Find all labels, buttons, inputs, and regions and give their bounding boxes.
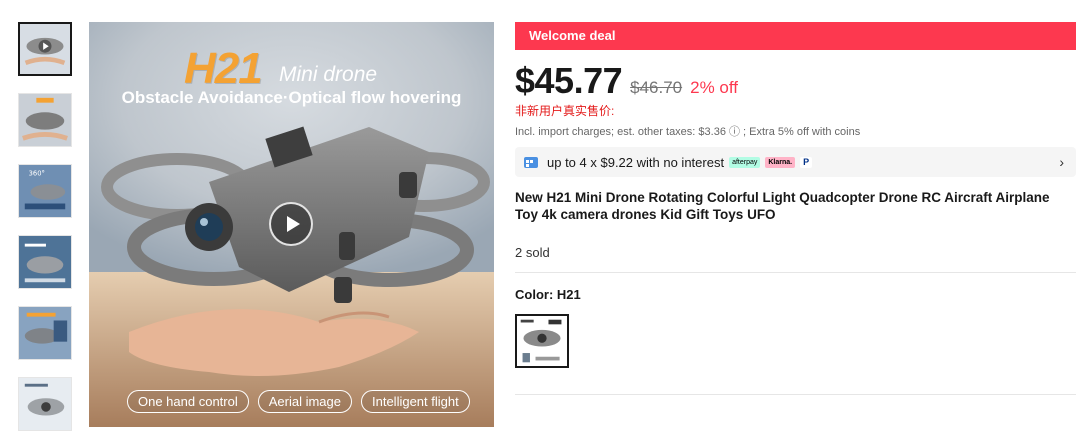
play-icon xyxy=(286,216,300,232)
installment-text: up to 4 x $9.22 with no interest xyxy=(547,154,725,170)
product-title: New H21 Mini Drone Rotating Colorful Lig… xyxy=(515,190,1050,222)
thumbnail-1[interactable] xyxy=(18,22,72,76)
brand-subtitle: Mini drone xyxy=(279,63,378,86)
thumbnail-strip: 360° xyxy=(18,22,74,448)
product-info: Welcome deal $45.77 $46.70 2% off 非新用户真实… xyxy=(515,22,1076,395)
thumbnail-4[interactable] xyxy=(18,235,72,289)
divider xyxy=(515,394,1076,395)
discount-badge: 2% off xyxy=(690,78,738,97)
calendar-icon xyxy=(524,157,538,168)
paypal-logo: P xyxy=(800,156,813,168)
tax-note: Incl. import charges; est. other taxes: … xyxy=(515,126,861,138)
installment-row[interactable]: up to 4 x $9.22 with no interest afterpa… xyxy=(515,147,1076,177)
thumbnail-3[interactable]: 360° xyxy=(18,164,72,218)
afterpay-logo: afterpay xyxy=(729,156,761,168)
price-row: $45.77 $46.70 2% off xyxy=(515,60,1076,102)
feature-pill: Aerial image xyxy=(257,390,352,413)
brand-name: H21 xyxy=(184,44,263,93)
klarna-logo: Klarna. xyxy=(765,156,796,168)
divider xyxy=(515,272,1076,273)
feature-pill: One hand control xyxy=(127,390,249,413)
thumbnail-5[interactable] xyxy=(18,306,72,360)
thumbnail-6[interactable] xyxy=(18,377,72,431)
swatch-drone-image xyxy=(517,316,567,366)
price-note: 非新用户真实售价: xyxy=(515,104,615,118)
original-price: $46.70 xyxy=(630,78,683,97)
sold-count: 2 sold xyxy=(515,245,550,260)
feature-pill: Intelligent flight xyxy=(361,390,470,413)
color-swatch-h21[interactable] xyxy=(515,314,569,368)
chevron-right-icon: › xyxy=(1059,154,1064,170)
main-product-image[interactable]: H21 Mini drone Obstacle Avoidance·Optica… xyxy=(89,22,494,427)
feature-pills: One hand control Aerial image Intelligen… xyxy=(127,390,470,413)
thumbnail-2[interactable] xyxy=(18,93,72,147)
svg-text:360°: 360° xyxy=(29,170,45,178)
current-price: $45.77 xyxy=(515,60,623,101)
play-video-button[interactable] xyxy=(269,202,313,246)
welcome-deal-banner: Welcome deal xyxy=(515,22,1076,50)
color-label: Color: H21 xyxy=(515,287,581,302)
image-tagline: Obstacle Avoidance·Optical flow hovering xyxy=(121,88,462,107)
